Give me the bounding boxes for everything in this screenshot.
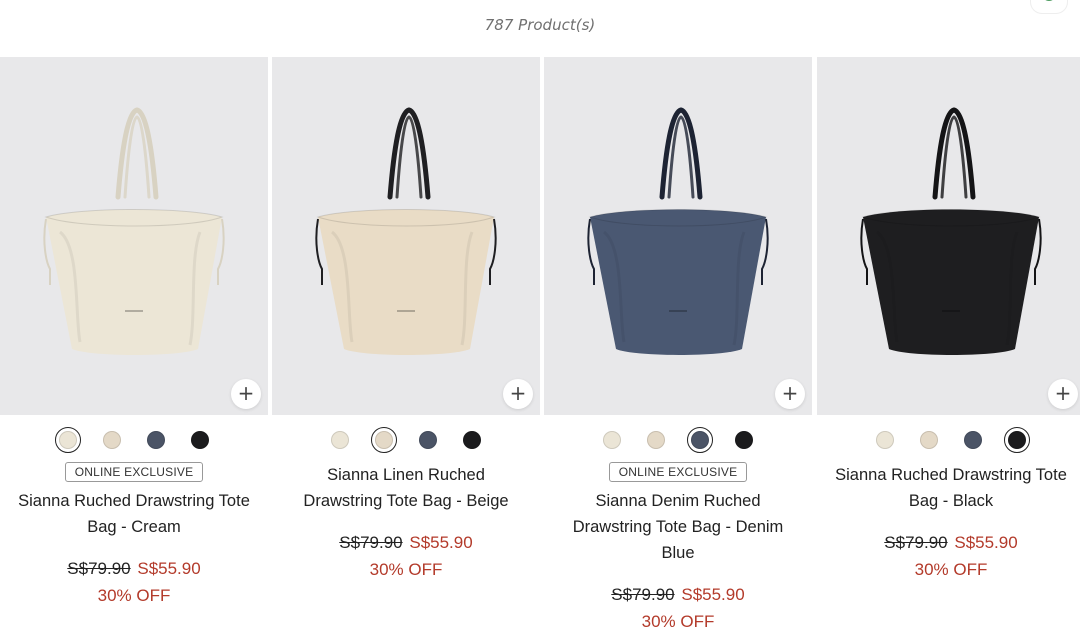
color-swatch[interactable] <box>960 427 986 453</box>
product-info: ONLINE EXCLUSIVE Sianna Ruched Drawstrin… <box>0 462 268 610</box>
tote-bag-illustration <box>860 107 1042 355</box>
sale-price: S$55.90 <box>954 533 1018 552</box>
color-swatch[interactable] <box>916 427 942 453</box>
color-swatch[interactable] <box>687 427 713 453</box>
tote-bag-illustration <box>587 107 769 355</box>
discount-label: 30% OFF <box>97 586 171 605</box>
color-swatch[interactable] <box>731 427 757 453</box>
color-swatch[interactable] <box>99 427 125 453</box>
product-card[interactable]: + Sianna Ruched Drawstring Tote Bag - Bl… <box>817 57 1080 639</box>
color-swatch[interactable] <box>643 427 669 453</box>
color-swatch[interactable] <box>371 427 397 453</box>
product-image[interactable]: + <box>272 57 540 415</box>
tote-bag-illustration <box>43 107 225 355</box>
color-swatches <box>0 427 268 453</box>
color-swatch[interactable] <box>1004 427 1030 453</box>
sale-price: S$55.90 <box>681 585 745 604</box>
original-price: S$79.90 <box>884 533 948 552</box>
color-swatch[interactable] <box>459 427 485 453</box>
price: S$79.90 S$55.90 <box>0 556 268 582</box>
discount-label: 30% OFF <box>369 560 443 579</box>
sale-price: S$55.90 <box>137 559 201 578</box>
price: S$79.90 S$55.90 <box>817 530 1080 556</box>
price: S$79.90 S$55.90 <box>272 530 540 556</box>
color-swatch[interactable] <box>599 427 625 453</box>
color-swatch[interactable] <box>872 427 898 453</box>
color-swatch[interactable] <box>187 427 213 453</box>
product-info: Sianna Linen Ruched Drawstring Tote Bag … <box>272 462 540 584</box>
product-card[interactable]: + Sianna Linen Ruched Drawstring Tote Ba… <box>272 57 540 639</box>
sale-price: S$55.90 <box>409 533 473 552</box>
product-card[interactable]: + ONLINE EXCLUSIVE Sianna Denim Ruched D… <box>544 57 812 639</box>
product-name[interactable]: Sianna Denim Ruched Drawstring Tote Bag … <box>544 488 812 566</box>
quick-add-button[interactable]: + <box>503 379 533 409</box>
quick-add-button[interactable]: + <box>231 379 261 409</box>
quick-add-button[interactable]: + <box>775 379 805 409</box>
product-image[interactable]: + <box>0 57 268 415</box>
product-name[interactable]: Sianna Linen Ruched Drawstring Tote Bag … <box>272 462 540 514</box>
color-swatches <box>272 427 540 453</box>
original-price: S$79.90 <box>339 533 403 552</box>
product-count: 787 Product(s) <box>484 16 596 34</box>
color-swatch[interactable] <box>327 427 353 453</box>
product-card[interactable]: + ONLINE EXCLUSIVE Sianna Ruched Drawstr… <box>0 57 268 639</box>
discount-label: 30% OFF <box>641 612 715 631</box>
color-swatches <box>544 427 812 453</box>
product-info: Sianna Ruched Drawstring Tote Bag - Blac… <box>817 462 1080 584</box>
price: S$79.90 S$55.90 <box>544 582 812 608</box>
product-name[interactable]: Sianna Ruched Drawstring Tote Bag - Crea… <box>0 488 268 540</box>
tote-bag-illustration <box>315 107 497 355</box>
product-name[interactable]: Sianna Ruched Drawstring Tote Bag - Blac… <box>817 462 1080 514</box>
product-info: ONLINE EXCLUSIVE Sianna Denim Ruched Dra… <box>544 462 812 636</box>
product-count-bar: 787 Product(s) <box>0 0 1080 56</box>
product-image[interactable]: + <box>817 57 1080 415</box>
color-swatch[interactable] <box>415 427 441 453</box>
original-price: S$79.90 <box>67 559 131 578</box>
online-exclusive-badge: ONLINE EXCLUSIVE <box>608 462 748 482</box>
product-grid: + ONLINE EXCLUSIVE Sianna Ruched Drawstr… <box>0 57 1080 639</box>
color-swatch[interactable] <box>55 427 81 453</box>
color-swatches <box>817 427 1080 453</box>
discount-label: 30% OFF <box>914 560 988 579</box>
quick-add-button[interactable]: + <box>1048 379 1078 409</box>
color-swatch[interactable] <box>143 427 169 453</box>
original-price: S$79.90 <box>611 585 675 604</box>
chat-widget-icon[interactable] <box>1030 0 1068 14</box>
product-image[interactable]: + <box>544 57 812 415</box>
online-exclusive-badge: ONLINE EXCLUSIVE <box>64 462 204 482</box>
